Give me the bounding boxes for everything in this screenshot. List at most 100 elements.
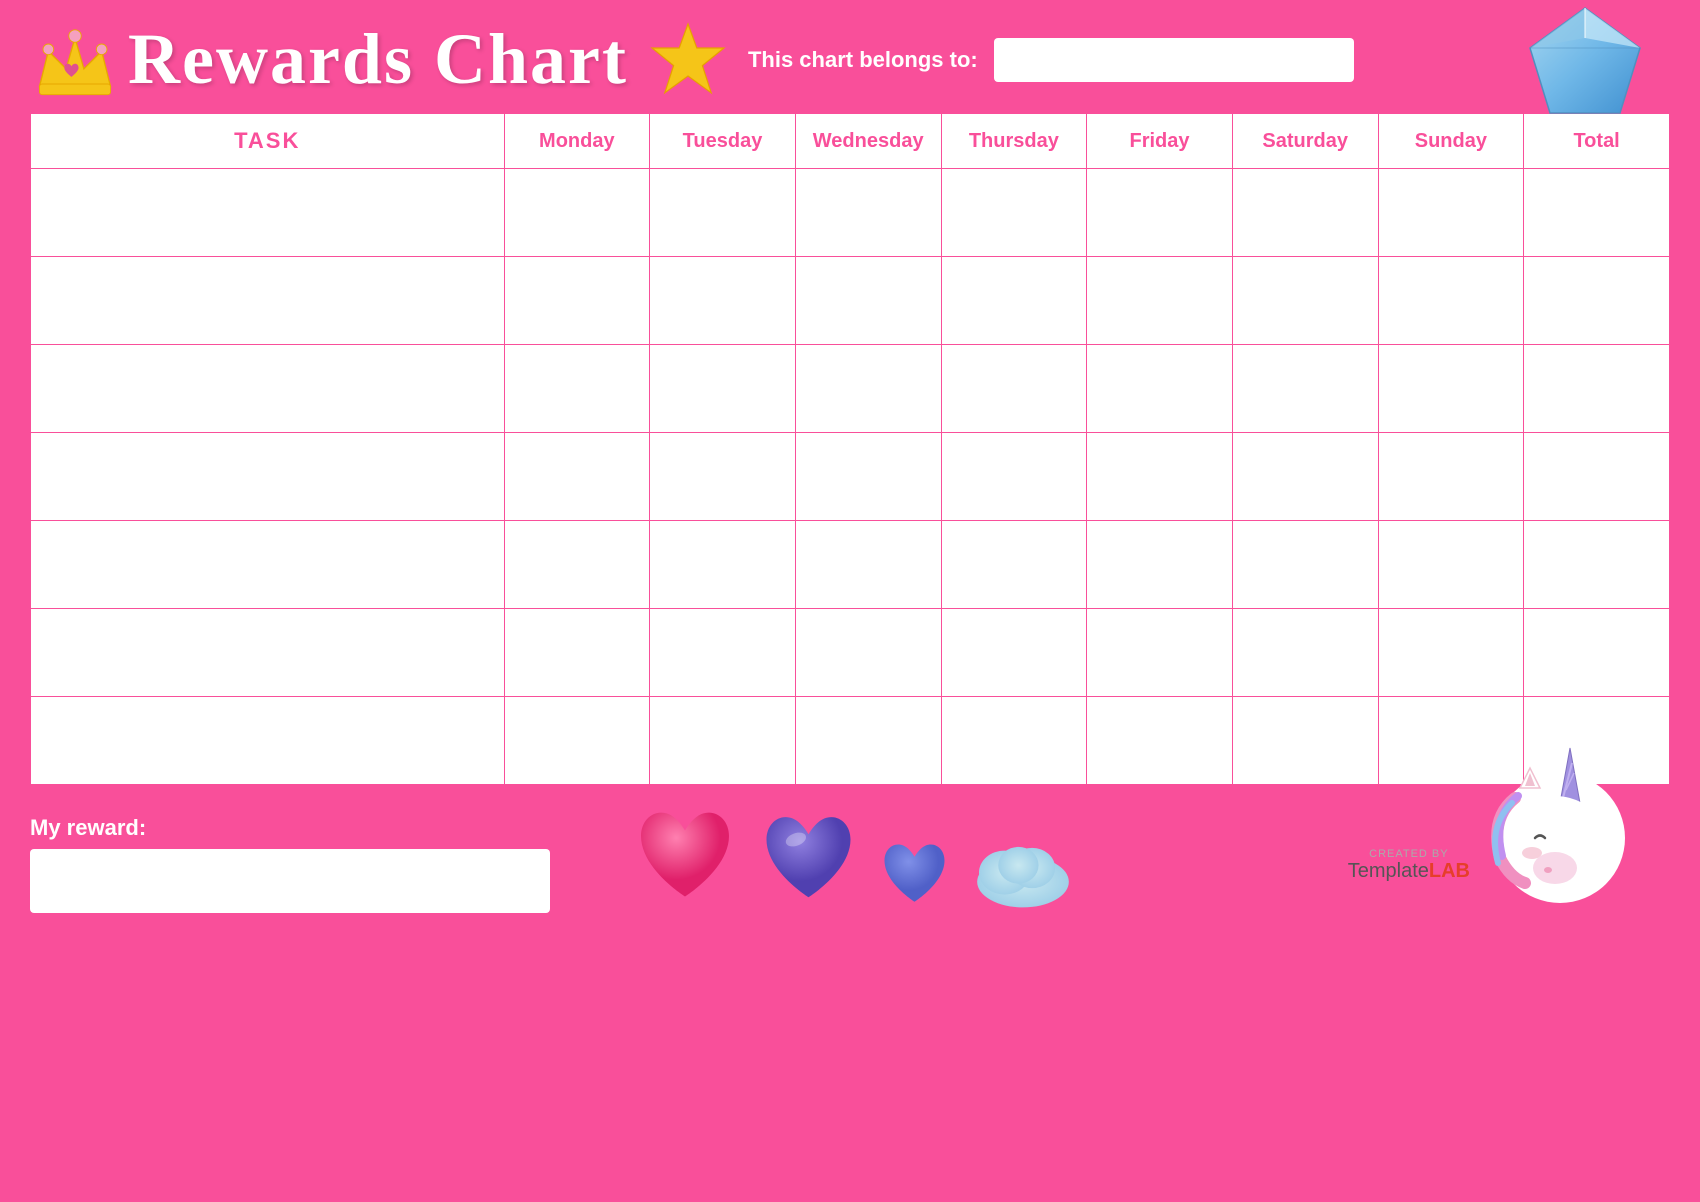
day-cell[interactable]	[1087, 609, 1233, 697]
day-cell[interactable]	[1232, 345, 1378, 433]
day-cell[interactable]	[1087, 345, 1233, 433]
task-cell[interactable]	[31, 609, 505, 697]
total-cell[interactable]	[1524, 169, 1670, 257]
col-header-saturday: Saturday	[1232, 114, 1378, 169]
total-cell[interactable]	[1524, 257, 1670, 345]
day-cell[interactable]	[1232, 257, 1378, 345]
my-reward-label: My reward:	[30, 815, 550, 841]
my-reward-section: My reward:	[30, 815, 550, 913]
templatelab-badge: CREATED BY TemplateLAB	[1348, 848, 1470, 883]
day-cell[interactable]	[1232, 521, 1378, 609]
star-icon	[648, 20, 728, 100]
belongs-to-label: This chart belongs to:	[748, 47, 978, 73]
day-cell[interactable]	[1087, 169, 1233, 257]
my-reward-input-box[interactable]	[30, 849, 550, 913]
day-cell[interactable]	[941, 697, 1087, 785]
task-cell[interactable]	[31, 345, 505, 433]
cloud-icon	[968, 823, 1078, 913]
day-cell[interactable]	[1232, 433, 1378, 521]
header: Rewards Chart This chart belongs to:	[30, 18, 1670, 101]
belongs-to-input-box[interactable]	[994, 38, 1354, 82]
col-header-monday: Monday	[504, 114, 650, 169]
col-header-sunday: Sunday	[1378, 114, 1524, 169]
day-cell[interactable]	[795, 345, 941, 433]
day-cell[interactable]	[1378, 345, 1524, 433]
diamond-icon	[1520, 3, 1650, 123]
day-cell[interactable]	[650, 345, 796, 433]
day-cell[interactable]	[1232, 609, 1378, 697]
day-cell[interactable]	[941, 521, 1087, 609]
purple-heart-large-icon	[756, 808, 861, 913]
day-cell[interactable]	[650, 521, 796, 609]
day-cell[interactable]	[1087, 697, 1233, 785]
day-cell[interactable]	[1087, 433, 1233, 521]
col-header-tuesday: Tuesday	[650, 114, 796, 169]
day-cell[interactable]	[941, 609, 1087, 697]
brand-name: TemplateLAB	[1348, 860, 1470, 883]
table-row	[31, 521, 1670, 609]
day-cell[interactable]	[1378, 433, 1524, 521]
crown-icon	[30, 20, 120, 100]
day-cell[interactable]	[504, 345, 650, 433]
bottom-section: My reward:	[30, 803, 1670, 913]
task-cell[interactable]	[31, 697, 505, 785]
day-cell[interactable]	[1087, 257, 1233, 345]
day-cell[interactable]	[650, 609, 796, 697]
day-cell[interactable]	[504, 169, 650, 257]
main-container: Rewards Chart This chart belongs to:	[0, 0, 1700, 1202]
table-header-row: TASK Monday Tuesday Wednesday Thursday F…	[31, 114, 1670, 169]
day-cell[interactable]	[795, 257, 941, 345]
day-cell[interactable]	[650, 433, 796, 521]
day-cell[interactable]	[1087, 521, 1233, 609]
day-cell[interactable]	[1232, 697, 1378, 785]
day-cell[interactable]	[1378, 521, 1524, 609]
day-cell[interactable]	[941, 169, 1087, 257]
day-cell[interactable]	[504, 697, 650, 785]
day-cell[interactable]	[795, 697, 941, 785]
day-cell[interactable]	[1232, 169, 1378, 257]
chart-title: Rewards Chart	[128, 18, 628, 101]
task-cell[interactable]	[31, 521, 505, 609]
total-cell[interactable]	[1524, 433, 1670, 521]
hearts-container	[630, 803, 1078, 913]
rewards-table: TASK Monday Tuesday Wednesday Thursday F…	[30, 113, 1670, 785]
table-row	[31, 433, 1670, 521]
day-cell[interactable]	[504, 609, 650, 697]
table-row	[31, 257, 1670, 345]
task-cell[interactable]	[31, 169, 505, 257]
table-row	[31, 697, 1670, 785]
unicorn-svg	[1460, 708, 1640, 908]
col-header-thursday: Thursday	[941, 114, 1087, 169]
created-by-text: CREATED BY	[1348, 848, 1470, 860]
task-cell[interactable]	[31, 433, 505, 521]
col-header-wednesday: Wednesday	[795, 114, 941, 169]
day-cell[interactable]	[795, 609, 941, 697]
day-cell[interactable]	[795, 169, 941, 257]
day-cell[interactable]	[795, 521, 941, 609]
col-header-task: TASK	[31, 114, 505, 169]
brand-lab: LAB	[1429, 860, 1470, 882]
total-cell[interactable]	[1524, 609, 1670, 697]
day-cell[interactable]	[650, 169, 796, 257]
total-cell[interactable]	[1524, 521, 1670, 609]
pink-heart-icon	[630, 803, 740, 913]
unicorn-decoration	[1460, 708, 1640, 913]
day-cell[interactable]	[504, 433, 650, 521]
total-cell[interactable]	[1524, 345, 1670, 433]
task-cell[interactable]	[31, 257, 505, 345]
day-cell[interactable]	[941, 345, 1087, 433]
table-row	[31, 609, 1670, 697]
day-cell[interactable]	[941, 433, 1087, 521]
table-row	[31, 169, 1670, 257]
day-cell[interactable]	[504, 257, 650, 345]
day-cell[interactable]	[1378, 609, 1524, 697]
day-cell[interactable]	[1378, 257, 1524, 345]
table-row	[31, 345, 1670, 433]
brand-template: Template	[1348, 860, 1429, 882]
day-cell[interactable]	[1378, 169, 1524, 257]
day-cell[interactable]	[650, 697, 796, 785]
day-cell[interactable]	[650, 257, 796, 345]
day-cell[interactable]	[941, 257, 1087, 345]
day-cell[interactable]	[795, 433, 941, 521]
day-cell[interactable]	[504, 521, 650, 609]
